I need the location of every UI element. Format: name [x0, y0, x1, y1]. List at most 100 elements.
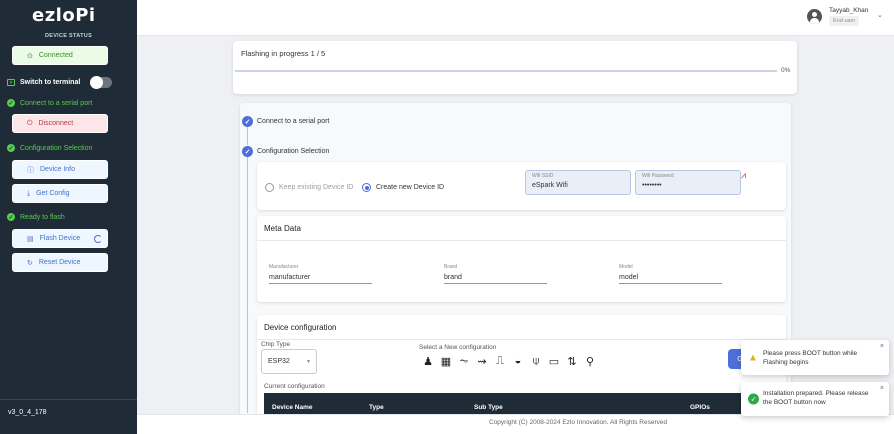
- disconnect-button[interactable]: ⏻ Disconnect: [12, 114, 108, 133]
- app-logo: ezloPi: [32, 5, 96, 26]
- brand-label: Brand: [444, 264, 458, 270]
- device-configuration-card: Device configuration Chip Type ESP32 ▼ S…: [257, 315, 786, 425]
- connected-status-button[interactable]: ⊙ Connected: [12, 46, 108, 65]
- keep-device-id-radio[interactable]: Keep existing Device ID: [265, 183, 353, 192]
- step-config-label: Configuration Selection: [257, 148, 330, 155]
- flash-icon: ▤: [27, 235, 34, 243]
- new-config-label: Select a New configuration: [419, 344, 497, 351]
- antenna-icon[interactable]: ⍦: [530, 355, 542, 368]
- success-toast-text: Installation prepared. Please release th…: [763, 390, 869, 407]
- wifi-ssid-label: Wifi SSID: [532, 173, 554, 179]
- chip-type-value: ESP32: [268, 358, 290, 365]
- progress-title: Flashing in progress 1 / 5: [241, 49, 326, 58]
- touch-icon[interactable]: ⎍: [494, 355, 506, 368]
- flash-device-button[interactable]: ▤ Flash Device: [12, 229, 108, 248]
- close-icon[interactable]: ×: [880, 385, 884, 392]
- success-check-icon: ✓: [748, 393, 759, 405]
- user-name: Tayyab_Khan: [829, 7, 869, 14]
- info-icon: ⓘ: [27, 166, 34, 174]
- gpio-pins-icon[interactable]: ⚲: [584, 355, 596, 368]
- servo-icon[interactable]: ⏦: [458, 355, 470, 368]
- create-device-id-label: Create new Device ID: [376, 184, 445, 191]
- current-config-label: Current configuration: [264, 383, 325, 390]
- create-device-id-radio[interactable]: Create new Device ID: [362, 183, 444, 192]
- warning-icon: ▲: [748, 352, 758, 363]
- device-config-title: Device configuration: [264, 323, 337, 332]
- manufacturer-input[interactable]: manufacturer: [269, 274, 372, 284]
- progress-percent: 0%: [781, 67, 791, 74]
- wifi-password-field[interactable]: Wifi Password ••••••••: [635, 170, 741, 195]
- close-icon[interactable]: ×: [880, 343, 884, 350]
- device-status-heading: DEVICE STATUS: [44, 33, 93, 39]
- sensor-icon[interactable]: ◒: [512, 355, 524, 368]
- shield-check-icon: ✓: [7, 213, 15, 221]
- wifi-off-icon[interactable]: ⩘: [741, 170, 746, 181]
- flash-progress-card: Flashing in progress 1 / 5 0%: [233, 41, 797, 94]
- power-icon: ⏻: [27, 119, 33, 127]
- chevron-down-icon[interactable]: ⌄: [877, 11, 883, 19]
- chip-type-select[interactable]: ESP32 ▼: [261, 349, 317, 374]
- check-icon: ✓: [242, 146, 253, 157]
- manufacturer-field[interactable]: Manufacturer manufacturer: [269, 264, 372, 284]
- switch-terminal-label: Switch to terminal: [20, 79, 81, 86]
- user-avatar-icon[interactable]: [807, 9, 822, 24]
- radio-circle-icon: [265, 183, 274, 192]
- brand-field[interactable]: Brand brand: [444, 264, 547, 284]
- sidebar: ezloPi DEVICE STATUS ⊙ Connected > Switc…: [0, 0, 137, 434]
- digital-io-icon[interactable]: ♟: [422, 355, 434, 368]
- model-label: Model: [619, 264, 633, 270]
- step-connector-line: [247, 157, 248, 413]
- col-device-name: Device Name: [272, 404, 313, 411]
- step-connector-line: [247, 127, 248, 145]
- reset-icon: ↻: [27, 259, 33, 267]
- disconnect-label: Disconnect: [38, 120, 74, 127]
- config-icon-toolbar: ♟ ▦ ⏦ ⇝ ⎍ ◒ ⍦ ▭ ⇅ ⚲: [422, 355, 596, 368]
- wifi-ssid-field[interactable]: Wifi SSID eSpark Wifi: [525, 170, 631, 195]
- display-icon[interactable]: ▭: [548, 355, 560, 368]
- device-info-button[interactable]: ⓘ Device Info: [12, 160, 108, 179]
- success-toast: ✓ Installation prepared. Please release …: [741, 382, 889, 416]
- model-field[interactable]: Model model: [619, 264, 722, 284]
- divider: [257, 240, 786, 241]
- model-input[interactable]: model: [619, 274, 722, 284]
- chevron-down-icon: ▼: [306, 359, 311, 365]
- motor-icon[interactable]: ⇝: [476, 355, 488, 368]
- col-sub-type: Sub Type: [474, 404, 503, 411]
- step-config-selection: ✓ Configuration Selection: [242, 146, 329, 157]
- sidebar-step-ready: ✓ Ready to flash: [7, 213, 65, 221]
- app-version: v3_0_4_178: [8, 409, 47, 416]
- loading-spinner-icon: [94, 234, 103, 243]
- footer: Copyright (C) 2008-2024 Ezlo Innovation.…: [137, 414, 894, 434]
- step-serial-label: Connect to a serial port: [257, 118, 330, 125]
- top-bar: Tayyab_Khan End-user ⌄: [137, 0, 894, 36]
- user-role-badge: End-user: [829, 16, 860, 26]
- connected-label: Connected: [38, 52, 73, 59]
- flash-device-label: Flash Device: [39, 235, 81, 242]
- chip-type-label: Chip Type: [261, 341, 291, 348]
- reset-device-button[interactable]: ↻ Reset Device: [12, 253, 108, 272]
- device-id-wifi-card: Keep existing Device ID Create new Devic…: [257, 162, 786, 210]
- manufacturer-label: Manufacturer: [269, 264, 299, 270]
- copyright-text: Copyright (C) 2008-2024 Ezlo Innovation.…: [489, 419, 668, 426]
- check-circle-icon: ⊙: [27, 52, 33, 60]
- warning-toast-text: Please press BOOT button while Flashing …: [763, 350, 858, 367]
- download-icon: ⤓: [27, 189, 31, 197]
- get-config-button[interactable]: ⤓ Get Config: [12, 184, 108, 203]
- device-info-label: Device Info: [40, 166, 76, 173]
- shield-check-icon: ✓: [7, 99, 15, 107]
- radio-selected-icon: [362, 183, 371, 192]
- sidebar-step-config: ✓ Configuration Selection: [7, 144, 92, 152]
- brand-input[interactable]: brand: [444, 274, 547, 284]
- warning-toast: ▲ Please press BOOT button while Flashin…: [741, 340, 889, 375]
- divider: [257, 339, 786, 340]
- sidebar-step-serial: ✓ Connect to a serial port: [7, 99, 92, 107]
- wifi-password-label: Wifi Password: [642, 173, 674, 179]
- relay-icon[interactable]: ▦: [440, 355, 452, 368]
- col-type: Type: [369, 404, 384, 411]
- sidebar-step-serial-label: Connect to a serial port: [20, 99, 93, 107]
- meta-data-card: Meta Data Manufacturer manufacturer Bran…: [257, 216, 786, 302]
- terminal-toggle[interactable]: [90, 76, 113, 89]
- get-config-label: Get Config: [36, 190, 70, 197]
- check-icon: ✓: [242, 116, 253, 127]
- i2c-icon[interactable]: ⇅: [566, 355, 578, 368]
